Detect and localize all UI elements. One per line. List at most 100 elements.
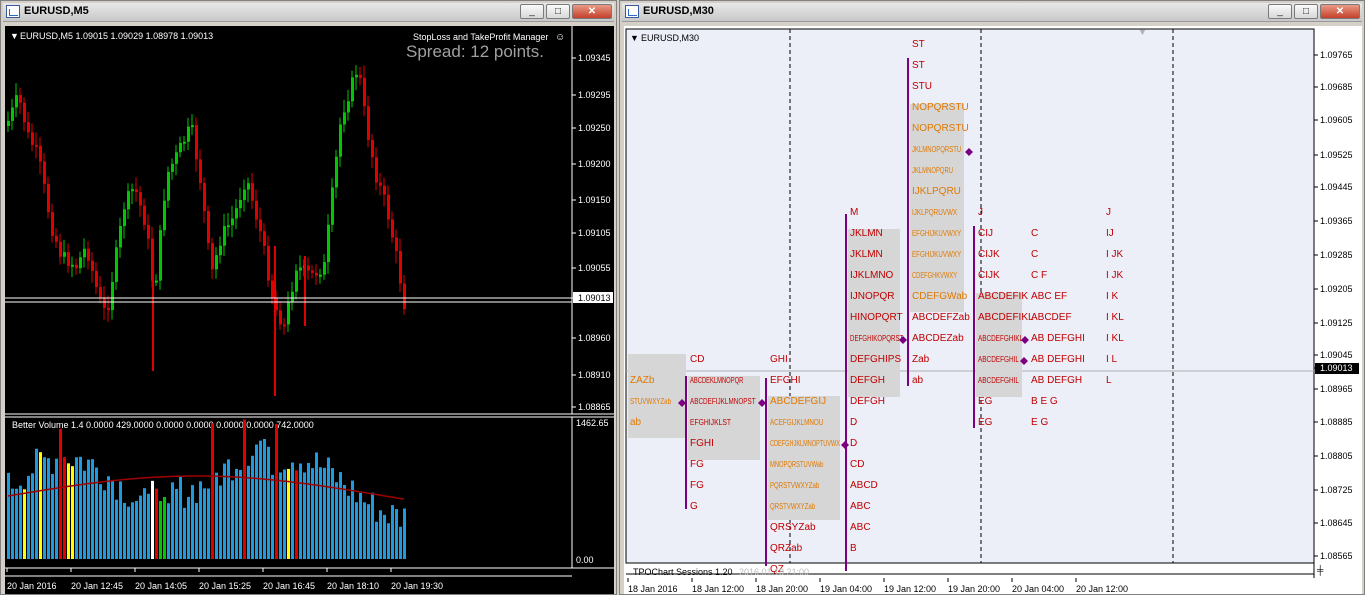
window-title: EURUSD,M30 <box>643 5 714 17</box>
candle-body <box>95 270 98 287</box>
candle-body <box>199 159 202 184</box>
tpo-row: B E G <box>1031 396 1058 407</box>
candle-body <box>351 77 354 102</box>
volume-bar <box>51 473 54 559</box>
tpo-row: E G <box>1031 417 1048 428</box>
maximize-button[interactable]: □ <box>1294 4 1318 19</box>
price-tick-label: 1.09013 <box>1320 363 1353 373</box>
spread-text: Spread: 12 points. <box>406 42 544 61</box>
volume-bar <box>131 502 134 559</box>
tpo-row: ABCDEFGHIL <box>978 376 1019 385</box>
time-tick-label: 20 Jan 12:45 <box>71 581 123 591</box>
tpo-row: QRSTVWXYZab <box>770 502 816 511</box>
tpo-row: IJKLPQRU <box>912 186 961 197</box>
price-tick-label: 1.09200 <box>578 159 611 169</box>
volume-bar <box>303 472 306 559</box>
indicator-label: TPOChart Sessions 1.20 <box>633 567 733 577</box>
volume-bar <box>155 488 158 559</box>
tpo-row: AB DEFGHI <box>1031 333 1085 344</box>
volume-axis-bottom: 0.00 <box>576 555 594 565</box>
title-bar[interactable]: EURUSD,M5 _ □ ✕ <box>3 3 614 22</box>
candle-body <box>243 189 246 201</box>
shift-marker-icon[interactable]: ▼ <box>1138 27 1147 37</box>
tpo-row: IJKLPQRUVWX <box>912 208 958 217</box>
candle-body <box>59 241 62 257</box>
volume-bar <box>35 448 38 559</box>
chart-window-eurusd-m5[interactable]: EURUSD,M5 _ □ ✕ ▼ EURUSD,M5 1.09015 1.09… <box>0 0 617 595</box>
chart-window-icon <box>6 5 20 18</box>
volume-bar <box>275 424 278 559</box>
chart-window-eurusd-m30[interactable]: EURUSD,M30 _ □ ✕ ▼ ZAZb STUVWXYZab ab CD ABC… <box>619 0 1365 595</box>
candle-body <box>183 141 186 144</box>
volume-bar <box>95 467 98 559</box>
candle-body <box>247 183 250 190</box>
tpo-row: EG <box>978 417 993 428</box>
title-bar[interactable]: EURUSD,M30 _ □ ✕ <box>622 3 1362 22</box>
tpo-row: CIJ <box>978 228 993 239</box>
minimize-button[interactable]: _ <box>1268 4 1292 19</box>
tpo-row: AB DEFGHI <box>1031 354 1085 365</box>
tpo-row: I K <box>1106 291 1119 302</box>
candle-body <box>135 189 138 193</box>
axis-scale-icon[interactable]: ╪ <box>1316 564 1324 576</box>
tpo-row: CDEFGHKVWXY <box>912 271 958 280</box>
plot-background <box>625 28 1315 564</box>
collapse-triangle-icon[interactable]: ▼ <box>630 33 639 43</box>
chart-label: EURUSD,M30 <box>641 33 699 43</box>
price-tick-label: 1.08725 <box>1320 485 1353 495</box>
price-tick-label: 1.08910 <box>578 370 611 380</box>
volume-bar <box>175 489 178 559</box>
tpo-row: ABCDEFIK <box>978 291 1028 302</box>
candle-body <box>171 163 174 172</box>
candle-body <box>359 74 362 78</box>
candle-body <box>295 270 298 292</box>
sltp-manager-label[interactable]: StopLoss and TakeProfit Manager <box>413 32 548 42</box>
tpo-row: CIJK <box>978 249 1000 260</box>
candle-body <box>187 126 190 142</box>
tpo-row: ABCDEFIJKLMNOPST <box>690 397 756 406</box>
volume-bar <box>207 488 210 559</box>
tpo-row: CD <box>850 459 864 470</box>
time-tick-label: 19 Jan 20:00 <box>948 584 1000 594</box>
tpo-row: ABC <box>850 522 871 533</box>
volume-bar <box>187 496 190 559</box>
candle-body <box>375 157 378 183</box>
candle-body <box>31 132 34 145</box>
tpo-row: D <box>850 417 857 428</box>
tpo-row: ABCDEFIKL <box>978 312 1034 323</box>
volume-bar <box>215 472 218 559</box>
volume-bar <box>15 488 18 559</box>
candle-body <box>7 120 10 126</box>
close-button[interactable]: ✕ <box>1320 4 1360 19</box>
collapse-triangle-icon[interactable]: ▼ <box>10 31 19 41</box>
tpo-row: DEFGH <box>850 375 885 386</box>
volume-bar <box>223 463 226 559</box>
volume-bar <box>327 457 330 559</box>
m30-tpo-chart-area[interactable]: ▼ ZAZbSTUVWXYZababCDABCDEKLMNOPQRABCDEFI… <box>624 26 1362 594</box>
volume-bar <box>367 504 370 559</box>
maximize-button[interactable]: □ <box>546 4 570 19</box>
indicator-faint-text: 2016.01.18 21:00 <box>739 567 809 577</box>
close-button[interactable]: ✕ <box>572 4 612 19</box>
tpo-row: IJKLMNO <box>850 270 894 281</box>
volume-bar <box>211 423 214 559</box>
volume-bar <box>343 484 346 559</box>
tpo-row: ABCDEFGHIKL <box>978 334 1024 343</box>
time-tick-label: 18 Jan 12:00 <box>692 584 744 594</box>
tpo-row: EFGHI <box>770 375 801 386</box>
m5-chart-area[interactable]: ▼ EURUSD,M5 1.09015 1.09029 1.08978 1.09… <box>5 26 614 594</box>
tpo-row: ABCDEFGIJ <box>770 396 826 407</box>
minimize-button[interactable]: _ <box>520 4 544 19</box>
candle-body <box>367 106 370 141</box>
candle-body <box>343 112 346 125</box>
volume-bar <box>323 467 326 559</box>
candle-body <box>323 262 326 275</box>
tpo-row: NOPQRSTU <box>912 102 969 113</box>
tpo-row: I JK <box>1106 270 1124 281</box>
candle-body <box>339 124 342 157</box>
tpo-row: ab <box>912 375 924 386</box>
candle-body <box>175 152 178 164</box>
volume-bar <box>263 439 266 559</box>
candle-body <box>115 247 118 282</box>
candle-body <box>55 235 58 242</box>
